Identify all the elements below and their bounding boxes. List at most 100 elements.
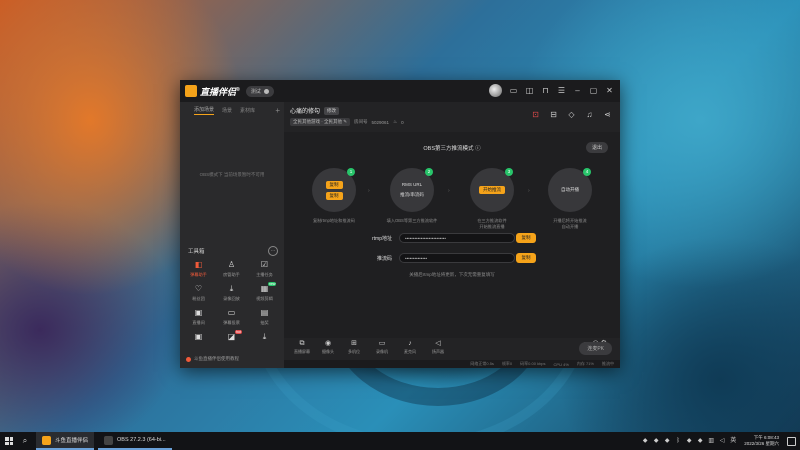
taskbar: ⌕ 斗鱼直播伴侣 OBS 27.2.3 (64-bi... ◆ ◆ ◆ ᛒ ◆ ◆… [0,432,800,450]
tab-add-scene[interactable]: 添加场景 [194,106,215,115]
obs-mode-title: OBS第三方推流模式 ⓘ [423,146,481,152]
message-icon[interactable]: ▭ [509,86,518,95]
control-camera[interactable]: ◉ 摄像头 [322,340,334,355]
step-1-desc: 复制rtmp地址和推流码 [313,218,355,223]
ime-icon[interactable]: 英 [730,438,736,444]
app-icon [42,435,51,445]
control-screen[interactable]: ⧉ 直播屏幕 [294,340,310,355]
tray-app-icon[interactable]: ◆ [686,438,692,444]
volume-icon[interactable]: ◁ [719,438,725,444]
tool-fans[interactable]: ♡ 粉丝团 [182,284,215,302]
control-label: 麦克风 [404,349,416,354]
minimize-icon[interactable]: – [573,86,582,95]
network-icon[interactable]: ▥ [708,438,714,444]
taskbar-task[interactable]: OBS 27.2.3 (64-bi... [98,432,172,450]
tool-badge: hot [235,330,242,334]
modify-title-button[interactable]: 修改 [324,106,340,115]
share-icon[interactable]: ⋖ [603,110,612,119]
tool-live-room[interactable]: ▣ 直播间 [182,308,215,326]
clock-date: 2022/3/26 星期六 [744,441,779,446]
gift-icon[interactable]: ⊓ [541,86,550,95]
add-scene-plus-icon[interactable]: + [275,106,280,115]
scene-empty-text: OBS模式下 当前场景暂时不可用 [199,172,265,177]
tab-scene[interactable]: 场景 [222,107,232,114]
copy-rtmp-button[interactable]: 复制 [516,233,536,243]
rtmp-field[interactable]: •••••••••••••••••••••••••• [399,233,515,243]
user-manage-icon: ♙ [227,260,236,269]
avatar[interactable] [489,84,502,97]
douyu-icon [186,356,191,362]
tool-label: 弹幕助手 [190,272,207,277]
control-label: 直播屏幕 [294,349,310,354]
step-3-desc: 在三方推流软件 开始推流直播 [477,218,507,229]
help-icon: ⓘ [475,146,481,152]
control-label: 摄像头 [322,349,334,354]
tool-more-11[interactable]: ⤓ [248,332,281,344]
control-recorder[interactable]: ▭ 录像机 [376,340,388,355]
close-icon[interactable]: ✕ [605,86,614,95]
tool-lottery[interactable]: ▤ 抽奖 [248,308,281,326]
tray-app-icon[interactable]: ◆ [697,438,703,444]
tutorial-link[interactable]: 斗鱼直播伴侣使用教程 [186,356,239,362]
tool-download[interactable]: ⤓ 录像回放 [215,284,248,302]
step-2-chip-b: 推流/串流码 [400,192,424,197]
step-4: 4 自动开播 [548,168,592,212]
mic-icon: ♪ [408,340,412,347]
status-item: CPU 4% [553,361,569,367]
status-bar: 网络正常0.5s 帧率0 码率0.00 kbps CPU 4% 内存 71% 推流中 [284,360,620,368]
step-1: 1 复制 复制 [312,168,356,212]
tool-user-manage[interactable]: ♙ 房管助手 [215,260,248,278]
title-bar[interactable]: 直播伴侣® 测试 ▭ ◫ ⊓ ☰ – ▢ ✕ [180,80,620,102]
control-multi-cam[interactable]: ⊞ 多机位 [348,340,360,355]
notification-icon[interactable] [787,436,796,446]
copy-key-button[interactable]: 复制 [516,253,536,263]
tray-app-icon[interactable]: ◆ [642,438,648,444]
more-icon[interactable]: … [268,246,278,256]
version-pill[interactable]: 测试 [245,85,274,97]
step-2: 2 RMS URL 推流/串流码 [390,168,434,212]
live-room-icon: ▣ [194,308,203,317]
tool-task[interactable]: ☑ 主播任务 [248,260,281,278]
tool-label: 房管助手 [223,272,240,277]
clock[interactable]: 下午 6:08:43 2022/3/26 星期六 [744,435,779,447]
menu-icon[interactable]: ☰ [557,86,566,95]
status-item: 网络正常0.5s [470,361,494,366]
tool-clip[interactable]: ▦ new 视频剪辑 [248,282,281,302]
start-button[interactable] [0,432,18,450]
category-button[interactable]: 全民其他游戏 · 全民其他 ✎ [290,118,351,126]
danmaku-icon: ◧ [194,260,203,269]
control-label: 多机位 [348,349,360,354]
tool-more-9[interactable]: ▣ [182,332,215,344]
maximize-icon[interactable]: ▢ [589,86,598,95]
shield-icon[interactable]: ◇ [567,110,576,119]
tool-label: 主播任务 [256,272,273,277]
tool-vote[interactable]: ▭ 弹幕投票 [215,308,248,326]
tool-more-10[interactable]: ◪ hot [215,330,248,344]
taskbar-task[interactable]: 斗鱼直播伴侣 [36,432,95,450]
gift-box-icon[interactable]: ⊡ [531,110,540,119]
steps: 1 复制 复制 › 2 RMS URL 推流/串流码 › 3 开始推流 › 4 … [284,168,620,238]
bluetooth-icon[interactable]: ᛒ [675,438,681,444]
start-live-button[interactable]: 连麦PK [579,342,612,355]
tray-app-icon[interactable]: ◆ [653,438,659,444]
tool-danmaku[interactable]: ◧ 弹幕助手 [182,260,215,278]
arrow-icon: › [368,188,370,194]
control-label: 扬声器 [432,349,444,354]
stream-key-field[interactable]: •••••••••••••• [399,253,515,263]
lock-icon[interactable]: ⊟ [549,110,558,119]
rtmp-row: rtmp地址 •••••••••••••••••••••••••• 复制 [284,232,620,244]
skin-icon[interactable]: ◫ [525,86,534,95]
tab-library[interactable]: 素材库 [240,107,255,114]
exit-button[interactable]: 退出 [585,142,608,153]
toolbox-grid: ◧ 弹幕助手 ♙ 房管助手 ☑ 主播任务 ♡ 粉丝团 ⤓ 录像回放 ▦ new 视频剪辑 ▣ 直播间 ▭ 弹幕投… [182,260,282,344]
step-3-chip: 开始推流 [479,186,505,194]
speaker-icon: ◁ [435,340,441,347]
search-icon[interactable]: ⌕ [18,436,32,446]
control-speaker[interactable]: ◁ 扬声器 [432,340,444,355]
tool-badge: new [268,282,277,286]
tray-app-icon[interactable]: ◆ [664,438,670,444]
bell-icon[interactable]: ♫ [585,110,594,119]
control-mic[interactable]: ♪ 麦克风 [404,340,416,355]
room-actions: ⊡ ⊟ ◇ ♫ ⋖ [531,110,612,119]
titlebar-controls: ▭ ◫ ⊓ ☰ – ▢ ✕ [489,84,614,97]
